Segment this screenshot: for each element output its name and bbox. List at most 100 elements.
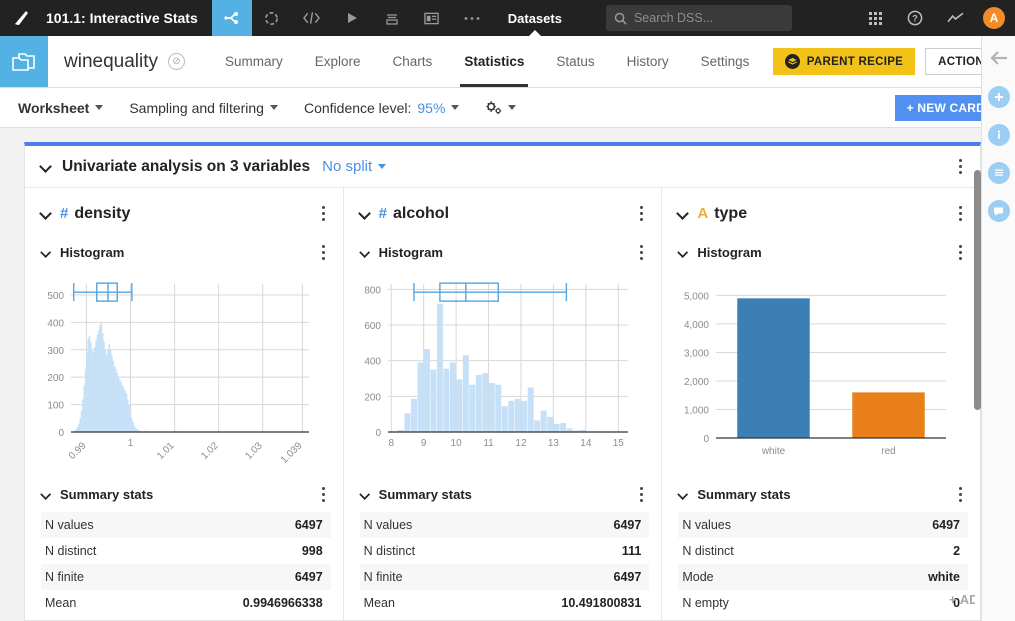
column-menu-icon[interactable] xyxy=(316,200,331,227)
chevron-down-icon xyxy=(378,164,387,169)
table-row: N finite 6497 xyxy=(41,564,331,590)
svg-text:14: 14 xyxy=(580,438,592,449)
chevron-down-icon[interactable] xyxy=(679,490,688,499)
worksheet-content: Univariate analysis on 3 variables No sp… xyxy=(0,128,981,621)
stat-value: white xyxy=(928,570,961,584)
chevron-down-icon[interactable] xyxy=(679,248,688,257)
recipe-stack-icon xyxy=(784,54,800,69)
flow-icon[interactable] xyxy=(211,0,252,36)
dataset-folder-icon[interactable] xyxy=(0,36,48,87)
top-bar-right-group: ? A xyxy=(855,0,1015,36)
stat-label: N finite xyxy=(363,570,403,584)
svg-text:300: 300 xyxy=(47,346,64,357)
column-menu-icon[interactable] xyxy=(953,200,968,227)
table-row: N distinct 111 xyxy=(360,538,650,564)
chevron-down-icon[interactable] xyxy=(42,248,51,257)
code-icon[interactable] xyxy=(292,0,332,36)
summary-stats-table-alcohol: N values 6497 N distinct 111 N finite 64… xyxy=(344,512,662,616)
confidence-dropdown[interactable]: Confidence level: 95% xyxy=(303,99,460,116)
stat-label: Mean xyxy=(45,596,77,610)
tab-explore[interactable]: Explore xyxy=(299,36,377,87)
svg-text:1: 1 xyxy=(128,438,134,449)
column-type: A type Histogram 0 1,000 2,000 3,000 4,000 5,… xyxy=(662,188,980,620)
column-menu-icon[interactable] xyxy=(634,200,649,227)
help-icon[interactable]: ? xyxy=(895,0,935,36)
apps-grid-icon[interactable] xyxy=(855,0,895,36)
discussions-icon[interactable] xyxy=(987,200,1010,222)
search-icon xyxy=(614,12,627,25)
chevron-down-icon[interactable] xyxy=(41,208,52,219)
svg-text:0.99: 0.99 xyxy=(67,440,89,462)
tab-status[interactable]: Status xyxy=(540,36,610,87)
histogram-menu-icon[interactable] xyxy=(634,239,649,266)
top-nav-datasets-label: Datasets xyxy=(507,10,562,26)
svg-text:13: 13 xyxy=(548,438,560,449)
column-header-type: A type xyxy=(662,188,980,233)
dataset-status-badge[interactable]: ⊘ xyxy=(168,53,185,70)
text-type-icon: A xyxy=(697,205,709,222)
split-label: No split xyxy=(322,158,373,175)
chevron-down-icon[interactable] xyxy=(41,161,52,172)
summary-section-header-alcohol: Summary stats xyxy=(344,475,662,512)
more-icon[interactable] xyxy=(452,0,492,36)
chevron-down-icon[interactable] xyxy=(42,490,51,499)
stat-label: N values xyxy=(45,518,94,532)
split-dropdown[interactable]: No split xyxy=(322,158,387,175)
dataset-name-label: winequality xyxy=(64,50,158,72)
add-icon[interactable] xyxy=(987,86,1010,108)
histogram-menu-icon[interactable] xyxy=(316,239,331,266)
sampling-dropdown[interactable]: Sampling and filtering xyxy=(129,100,278,116)
summary-menu-icon[interactable] xyxy=(316,481,331,508)
tab-statistics[interactable]: Statistics xyxy=(448,36,540,87)
summary-menu-icon[interactable] xyxy=(634,481,649,508)
tab-charts[interactable]: Charts xyxy=(377,36,449,87)
worksheet-dropdown[interactable]: Worksheet xyxy=(18,100,104,116)
chevron-down-icon[interactable] xyxy=(678,208,689,219)
column-name-label: alcohol xyxy=(393,204,450,222)
chevron-down-icon[interactable] xyxy=(360,248,369,257)
stat-value: 6497 xyxy=(294,518,323,532)
search-input[interactable]: Search DSS... xyxy=(605,5,792,31)
info-icon[interactable] xyxy=(987,124,1010,146)
stat-label: N distinct xyxy=(363,544,416,558)
svg-text:200: 200 xyxy=(47,373,64,384)
svg-text:0: 0 xyxy=(58,428,64,439)
dataset-nav-actions: PARENT RECIPE ACTIONS xyxy=(772,36,1015,87)
add-card-ghost-label[interactable]: + ADD CARD xyxy=(949,592,975,607)
summary-stats-label: Summary stats xyxy=(378,487,472,502)
details-icon[interactable] xyxy=(987,162,1010,184)
avatar[interactable]: A xyxy=(983,7,1005,29)
run-icon[interactable] xyxy=(332,0,372,36)
jobs-icon[interactable] xyxy=(252,0,292,36)
summary-stats-table-density: N values 6497 N distinct 998 N finite 64… xyxy=(25,512,343,616)
card-menu-icon[interactable] xyxy=(953,153,968,180)
stat-label: N empty xyxy=(682,596,729,610)
chevron-down-icon xyxy=(451,105,460,110)
table-row: Mean 10.491800831 xyxy=(360,590,650,616)
svg-text:0: 0 xyxy=(704,434,710,445)
activity-trend-icon[interactable] xyxy=(935,0,975,36)
tab-history[interactable]: History xyxy=(611,36,685,87)
parent-recipe-button[interactable]: PARENT RECIPE xyxy=(772,48,916,75)
summary-menu-icon[interactable] xyxy=(953,481,968,508)
automation-icon[interactable] xyxy=(372,0,412,36)
tab-settings[interactable]: Settings xyxy=(685,36,766,87)
top-nav-datasets[interactable]: Datasets xyxy=(492,0,578,37)
dashboard-icon[interactable] xyxy=(412,0,452,36)
histogram-menu-icon[interactable] xyxy=(953,239,968,266)
svg-text:1.02: 1.02 xyxy=(199,440,221,462)
histogram-chart-alcohol: 0 200 400 600 800 8 9 10 11 12 13 14 15 xyxy=(344,270,662,475)
confidence-label: Confidence level: xyxy=(303,99,412,116)
chevron-down-icon[interactable] xyxy=(360,208,371,219)
chevron-down-icon[interactable] xyxy=(360,490,369,499)
stat-value: 6497 xyxy=(294,570,323,584)
dataiku-logo-icon[interactable] xyxy=(0,8,44,28)
svg-text:9: 9 xyxy=(421,438,427,449)
svg-text:400: 400 xyxy=(47,318,64,329)
collapse-arrow-icon[interactable] xyxy=(989,50,1008,66)
settings-dropdown[interactable] xyxy=(485,100,517,115)
stat-value: 0.9946966338 xyxy=(242,596,323,610)
vertical-scrollbar[interactable] xyxy=(974,170,981,410)
tab-summary[interactable]: Summary xyxy=(209,36,299,87)
stat-value: 6497 xyxy=(613,518,642,532)
